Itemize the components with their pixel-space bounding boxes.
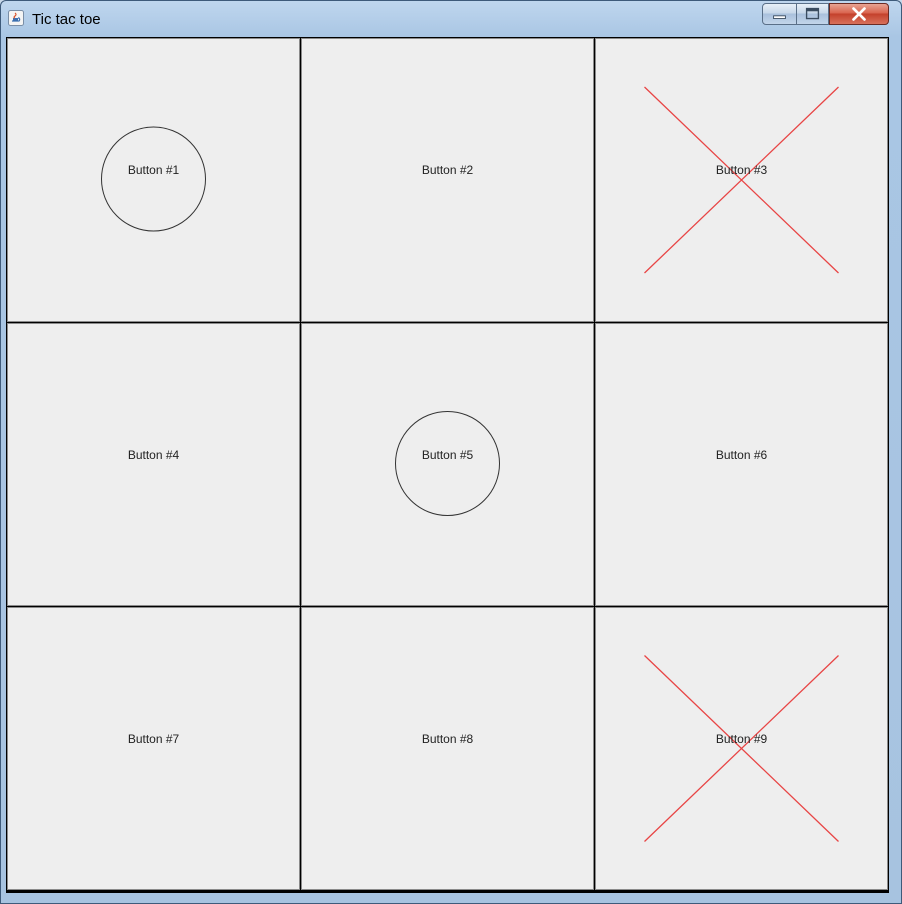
board-button-2[interactable]: Button #2	[301, 38, 594, 322]
board-button-label: Button #1	[127, 163, 180, 177]
board-button-4[interactable]: Button #4	[7, 323, 300, 606]
tic-tac-toe-board: Button #1 Button #2 Button #3 Button #4 …	[6, 37, 889, 893]
board-button-3[interactable]: Button #3	[595, 38, 888, 322]
x-mark	[644, 655, 839, 842]
board-button-6[interactable]: Button #6	[595, 323, 888, 606]
cell-mark	[595, 323, 888, 606]
o-mark	[395, 411, 500, 516]
board-button-label: Button #2	[421, 163, 474, 177]
board-button-label: Button #4	[127, 448, 180, 462]
title-bar[interactable]: Tic tac toe	[1, 1, 901, 35]
minimize-button[interactable]	[762, 3, 797, 25]
board-button-label: Button #6	[715, 448, 768, 462]
maximize-icon	[805, 7, 820, 20]
cell-mark	[395, 411, 500, 516]
board-button-8[interactable]: Button #8	[301, 607, 594, 890]
board-button-1[interactable]: Button #1	[7, 38, 300, 322]
cell-mark	[7, 323, 300, 606]
window-title: Tic tac toe	[32, 11, 101, 28]
cell-mark	[101, 126, 206, 232]
close-button[interactable]	[829, 3, 889, 25]
board-button-label: Button #3	[715, 163, 768, 177]
cell-mark	[7, 607, 300, 890]
cell-mark	[644, 86, 839, 274]
minimize-icon	[773, 15, 786, 19]
board-button-label: Button #5	[421, 448, 474, 462]
cell-mark	[301, 607, 594, 890]
maximize-button[interactable]	[796, 3, 829, 25]
close-icon	[852, 7, 866, 21]
java-app-icon	[8, 10, 24, 26]
board-button-label: Button #9	[715, 732, 768, 746]
board-button-label: Button #7	[127, 732, 180, 746]
board-button-7[interactable]: Button #7	[7, 607, 300, 890]
board-button-5[interactable]: Button #5	[301, 323, 594, 606]
cell-mark	[644, 655, 839, 842]
x-mark	[644, 86, 839, 274]
board-button-9[interactable]: Button #9	[595, 607, 888, 890]
app-window: Tic tac toe Button #1 Button #2 Button #…	[0, 0, 902, 904]
o-mark	[101, 126, 206, 232]
board-button-label: Button #8	[421, 732, 474, 746]
cell-mark	[301, 38, 594, 322]
